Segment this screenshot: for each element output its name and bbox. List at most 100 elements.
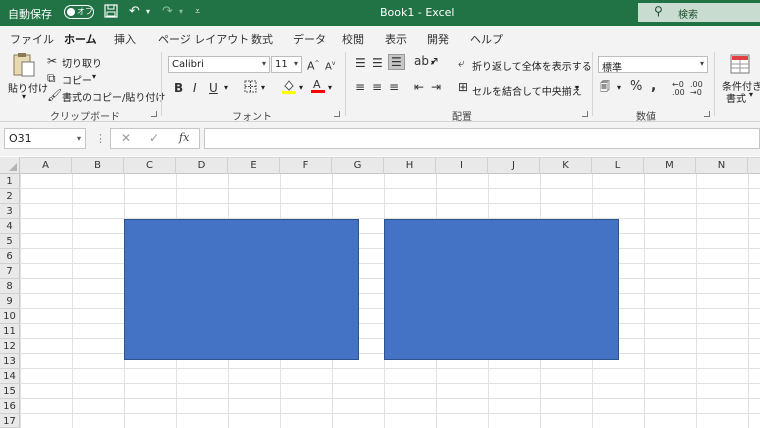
row-header-17[interactable]: 17: [0, 414, 20, 428]
formula-bar-grip-icon[interactable]: ⋮: [95, 132, 106, 145]
column-header-n[interactable]: N: [696, 157, 748, 174]
comma-style-icon[interactable]: ,: [651, 79, 656, 93]
column-header-m[interactable]: M: [644, 157, 696, 174]
row-header-6[interactable]: 6: [0, 249, 20, 264]
wrap-text-label[interactable]: 折り返して全体を表示する: [472, 58, 592, 73]
copy-icon[interactable]: ⧉: [47, 71, 56, 85]
font-launcher-icon[interactable]: [334, 111, 340, 117]
align-middle-icon[interactable]: ☰: [372, 56, 383, 70]
italic-icon[interactable]: I: [193, 81, 197, 95]
tab-page-layout[interactable]: ページ レイアウト: [158, 31, 249, 47]
formula-input[interactable]: [204, 128, 760, 149]
cut-icon[interactable]: ✂: [47, 54, 57, 68]
alignment-launcher-icon[interactable]: [582, 111, 588, 117]
orientation-dropdown-icon[interactable]: ▾: [431, 58, 435, 67]
row-header-2[interactable]: 2: [0, 189, 20, 204]
font-color-icon[interactable]: A: [311, 78, 325, 97]
font-color-dropdown-icon[interactable]: ▾: [328, 83, 332, 92]
column-header-h[interactable]: H: [384, 157, 436, 174]
name-box[interactable]: O31 ▾: [4, 128, 86, 149]
accounting-format-icon[interactable]: 🗐: [600, 81, 610, 95]
decrease-font-size-icon[interactable]: Av: [325, 57, 335, 74]
font-size-combo[interactable]: 11 ▾: [271, 56, 302, 73]
number-launcher-icon[interactable]: [704, 111, 710, 117]
tab-review[interactable]: 校閲: [342, 31, 364, 47]
tab-data[interactable]: データ: [293, 31, 326, 47]
align-center-icon[interactable]: ≡: [372, 80, 382, 94]
decrease-decimal-icon[interactable]: .00 →0: [690, 81, 703, 97]
align-right-icon[interactable]: ≡: [389, 80, 399, 94]
undo-dropdown-icon[interactable]: ▾: [146, 4, 150, 20]
row-header-5[interactable]: 5: [0, 234, 20, 249]
increase-indent-icon[interactable]: ⇥: [431, 80, 441, 94]
tab-formulas[interactable]: 数式: [251, 31, 273, 47]
borders-icon[interactable]: [244, 80, 257, 96]
select-all-button[interactable]: [0, 157, 20, 174]
row-header-1[interactable]: 1: [0, 174, 20, 189]
customize-toolbar-icon[interactable]: ⩡: [195, 4, 200, 20]
row-header-8[interactable]: 8: [0, 279, 20, 294]
column-header-d[interactable]: D: [176, 157, 228, 174]
underline-icon[interactable]: U: [209, 81, 218, 95]
copy-dropdown-icon[interactable]: ▾: [92, 72, 96, 81]
tab-file[interactable]: ファイル: [10, 31, 54, 47]
percent-style-icon[interactable]: %: [630, 80, 642, 94]
align-bottom-icon[interactable]: ☰: [388, 54, 405, 70]
column-header-i[interactable]: I: [436, 157, 488, 174]
paste-icon[interactable]: [12, 52, 36, 81]
row-header-12[interactable]: 12: [0, 339, 20, 354]
number-format-combo[interactable]: 標準 ▾: [598, 56, 708, 74]
tab-insert[interactable]: 挿入: [114, 31, 136, 47]
conditional-dropdown-icon[interactable]: ▾: [749, 90, 753, 99]
orientation-icon[interactable]: ab↗: [414, 54, 439, 68]
borders-dropdown-icon[interactable]: ▾: [261, 83, 265, 92]
align-left-icon[interactable]: ≡: [355, 80, 365, 94]
underline-dropdown-icon[interactable]: ▾: [224, 83, 228, 92]
row-header-15[interactable]: 15: [0, 384, 20, 399]
fill-color-icon[interactable]: [282, 79, 296, 97]
rectangle-shape[interactable]: [124, 219, 359, 360]
row-header-14[interactable]: 14: [0, 369, 20, 384]
column-header-j[interactable]: J: [488, 157, 540, 174]
cut-label[interactable]: 切り取り: [62, 55, 102, 70]
tab-help[interactable]: ヘルプ: [470, 31, 503, 47]
row-header-7[interactable]: 7: [0, 264, 20, 279]
copy-label[interactable]: コピー: [62, 72, 92, 87]
merge-dropdown-icon[interactable]: ▾: [575, 83, 579, 92]
search-box[interactable]: ⚲ 検索: [638, 3, 760, 22]
row-header-11[interactable]: 11: [0, 324, 20, 339]
enter-icon[interactable]: ✓: [149, 131, 159, 145]
row-header-9[interactable]: 9: [0, 294, 20, 309]
paste-dropdown-icon[interactable]: ▾: [22, 92, 26, 101]
redo-dropdown-icon[interactable]: ▾: [179, 4, 183, 20]
increase-decimal-icon[interactable]: ←0.00: [672, 81, 685, 97]
undo-icon[interactable]: ↶: [129, 4, 140, 20]
fill-color-dropdown-icon[interactable]: ▾: [299, 83, 303, 92]
accounting-dropdown-icon[interactable]: ▾: [617, 83, 621, 92]
merge-center-icon[interactable]: ⊞: [458, 80, 468, 94]
column-header-c[interactable]: C: [124, 157, 176, 174]
row-header-4[interactable]: 4: [0, 219, 20, 234]
tab-developer[interactable]: 開発: [427, 31, 449, 47]
tab-home[interactable]: ホーム: [62, 31, 99, 52]
bold-icon[interactable]: B: [174, 81, 183, 95]
column-header-b[interactable]: B: [72, 157, 124, 174]
merge-center-label[interactable]: セルを結合して中央揃え: [472, 83, 582, 98]
row-header-10[interactable]: 10: [0, 309, 20, 324]
insert-function-icon[interactable]: fx: [179, 131, 189, 144]
tab-view[interactable]: 表示: [385, 31, 407, 47]
column-header-a[interactable]: A: [20, 157, 72, 174]
column-header-k[interactable]: K: [540, 157, 592, 174]
redo-icon[interactable]: ↷: [162, 4, 173, 20]
cancel-icon[interactable]: ✕: [121, 131, 131, 145]
conditional-formatting-icon[interactable]: [730, 54, 750, 77]
row-header-16[interactable]: 16: [0, 399, 20, 414]
wrap-text-icon[interactable]: ⤶: [458, 56, 465, 70]
align-top-icon[interactable]: ☰: [355, 56, 366, 70]
format-painter-label[interactable]: 書式のコピー/貼り付け: [62, 89, 165, 104]
row-header-3[interactable]: 3: [0, 204, 20, 219]
format-painter-icon[interactable]: 🖌: [47, 88, 62, 102]
rectangle-shape[interactable]: [384, 219, 619, 360]
increase-font-size-icon[interactable]: A^: [307, 57, 320, 74]
clipboard-launcher-icon[interactable]: [151, 111, 157, 117]
